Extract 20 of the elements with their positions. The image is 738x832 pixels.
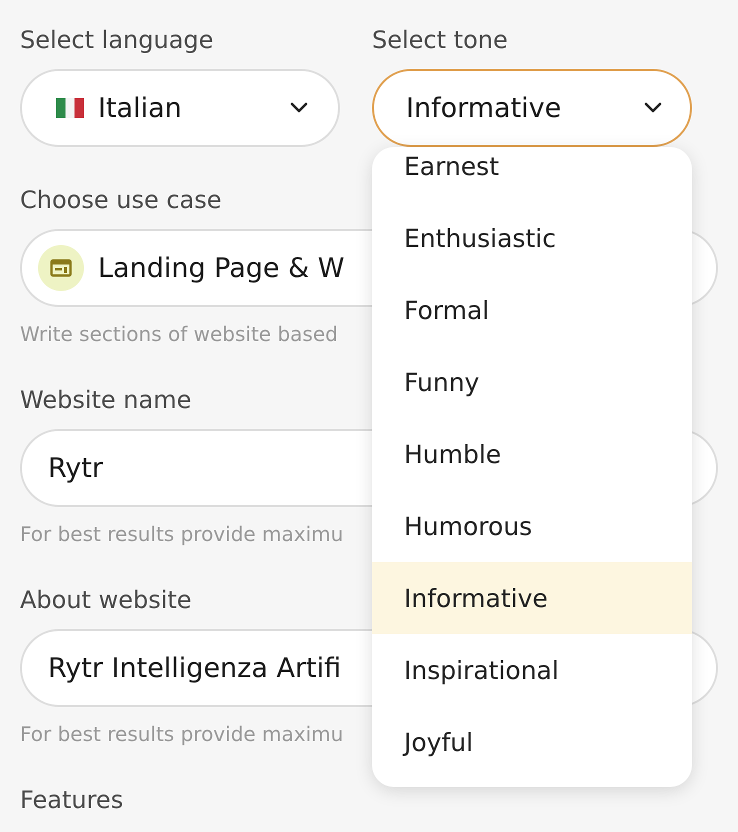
menu-item[interactable]: Joyful xyxy=(372,706,692,778)
menu-item[interactable]: Funny xyxy=(372,346,692,418)
layout-icon xyxy=(38,245,84,291)
field-label: About website xyxy=(20,585,192,615)
hint-text: Write sections of website based xyxy=(20,321,338,347)
chevron-down-icon xyxy=(290,102,308,114)
field-label: Website name xyxy=(20,385,192,415)
menu-item[interactable]: Earnest xyxy=(372,147,692,202)
field-label: Select tone xyxy=(372,25,508,55)
field-label: Choose use case xyxy=(20,185,222,215)
field-label: Features xyxy=(20,785,124,815)
hint-text: For best results provide maximu xyxy=(20,521,344,547)
chevron-down-icon xyxy=(644,102,662,114)
tone-select[interactable]: Informative xyxy=(372,69,692,147)
field-label: Select language xyxy=(20,25,214,55)
menu-item[interactable]: Informative xyxy=(372,562,692,634)
menu-item[interactable]: Inspirational xyxy=(372,634,692,706)
language-select[interactable]: Italian xyxy=(20,69,340,147)
hint-text: For best results provide maximu xyxy=(20,721,344,747)
flag-icon xyxy=(56,98,84,118)
